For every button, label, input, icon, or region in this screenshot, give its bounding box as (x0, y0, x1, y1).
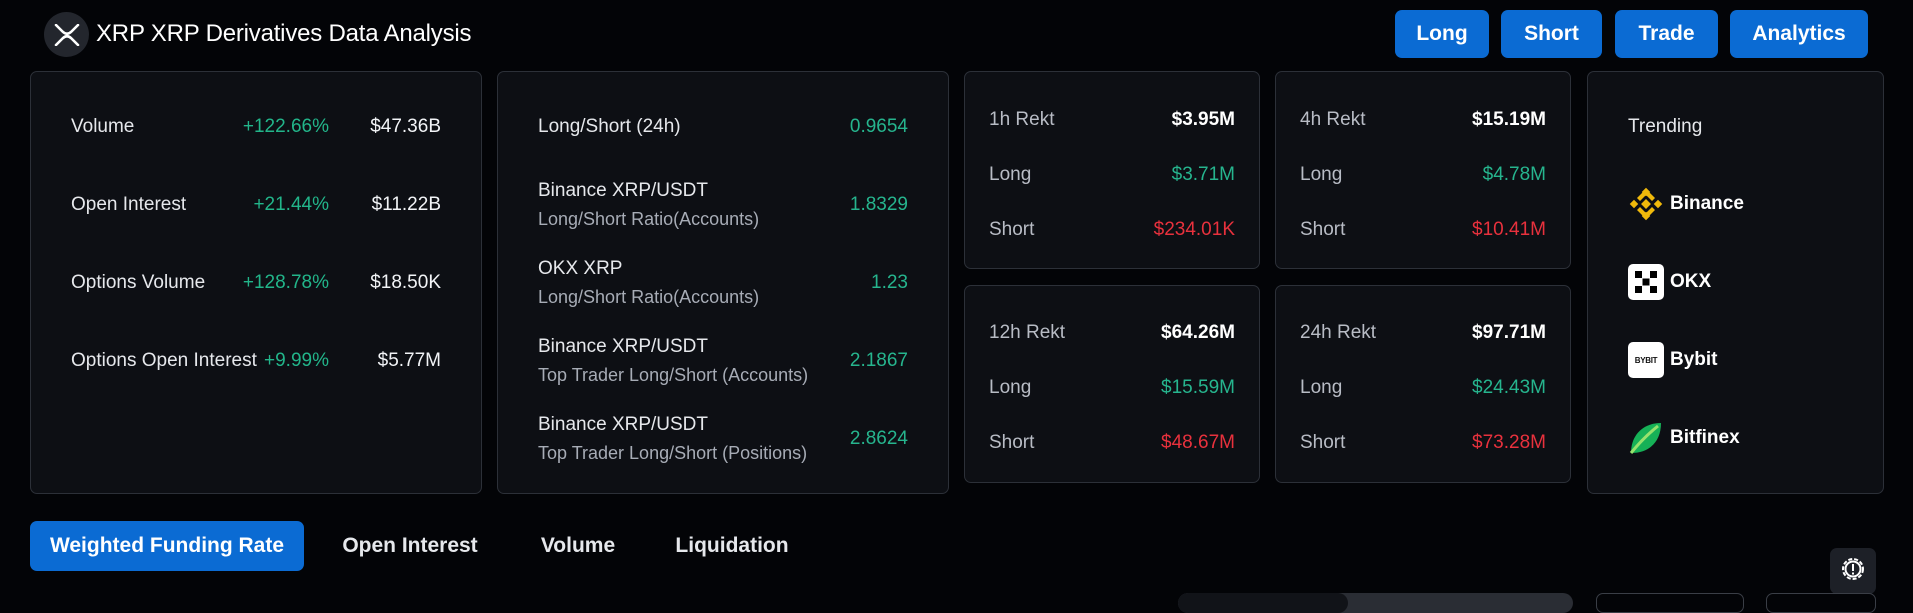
stat-label: Options Open Interest (71, 350, 257, 371)
stat-value: $11.22B (371, 194, 441, 215)
chart-range-toggle[interactable] (1178, 593, 1573, 613)
rekt-title: 1h Rekt (989, 109, 1055, 130)
rekt-short-value: $10.41M (1472, 219, 1546, 240)
short-button[interactable]: Short (1501, 10, 1602, 58)
stat-value: $47.36B (370, 116, 441, 137)
tab-weighted-funding-rate[interactable]: Weighted Funding Rate (30, 521, 304, 571)
stat-value: $18.50K (370, 272, 441, 293)
rekt-card-24h: 24h Rekt $97.71M Long $24.43M Short $73.… (1275, 285, 1571, 483)
stat-value: $5.77M (377, 350, 441, 371)
okx-icon (1628, 264, 1664, 300)
page-title: XRP XRP Derivatives Data Analysis (96, 20, 472, 47)
ratio-value: 1.23 (871, 272, 908, 293)
bitfinex-icon (1628, 420, 1664, 456)
rekt-short-label: Short (1300, 432, 1346, 453)
rekt-card-12h: 12h Rekt $64.26M Long $15.59M Short $48.… (964, 285, 1260, 483)
rekt-total: $64.26M (1161, 322, 1235, 343)
rekt-short-value: $234.01K (1153, 219, 1235, 240)
trending-card: Trending Binance OKX BYBIT Bybit Bitfine… (1587, 71, 1884, 494)
chart-select[interactable] (1596, 593, 1744, 613)
ratio-value: 2.8624 (849, 428, 908, 449)
rekt-total: $3.95M (1171, 109, 1235, 130)
tab-open-interest[interactable]: Open Interest (330, 521, 490, 571)
ratio-label: Binance XRP/USDT (538, 336, 709, 357)
rekt-long-label: Long (989, 164, 1032, 185)
stat-label: Volume (71, 116, 135, 137)
analytics-button[interactable]: Analytics (1730, 10, 1868, 58)
tab-volume[interactable]: Volume (525, 521, 631, 571)
rekt-short-label: Short (1300, 219, 1346, 240)
rekt-short-value: $48.67M (1161, 432, 1235, 453)
trending-item-bitfinex[interactable]: Bitfinex (1628, 419, 1740, 457)
rekt-long-value: $3.71M (1171, 164, 1235, 185)
ratio-sublabel: Top Trader Long/Short (Positions) (538, 443, 808, 463)
chart-range-toggle-active (1178, 593, 1348, 613)
ratio-label: Long/Short (24h) (538, 116, 681, 137)
rekt-short-label: Short (989, 219, 1035, 240)
bybit-logo-text: BYBIT (1634, 355, 1658, 365)
rekt-short-label: Short (989, 432, 1035, 453)
rekt-long-value: $4.78M (1482, 164, 1546, 185)
stat-change: +9.99% (264, 350, 329, 371)
binance-icon (1628, 186, 1664, 222)
rekt-total: $97.71M (1472, 322, 1546, 343)
trending-item-label: Bybit (1670, 349, 1718, 370)
rekt-title: 24h Rekt (1300, 322, 1377, 343)
stat-change: +128.78% (242, 272, 329, 293)
settings-icon (1839, 555, 1867, 588)
rekt-card-1h: 1h Rekt $3.95M Long $3.71M Short $234.01… (964, 71, 1260, 269)
market-stats-card: Volume +122.66% $47.36B Open Interest +2… (30, 71, 482, 494)
rekt-long-label: Long (1300, 164, 1343, 185)
chart-select-secondary[interactable] (1766, 593, 1876, 613)
ratio-value: 2.1867 (849, 350, 908, 371)
rekt-long-value: $24.43M (1472, 377, 1546, 398)
trade-button[interactable]: Trade (1615, 10, 1718, 58)
ratio-sublabel: Top Trader Long/Short (Accounts) (538, 365, 809, 385)
ratio-value: 1.8329 (849, 194, 908, 215)
ratio-sublabel: Long/Short Ratio(Accounts) (538, 209, 760, 229)
stat-label: Options Volume (71, 272, 206, 293)
rekt-long-label: Long (989, 377, 1032, 398)
stat-change: +122.66% (242, 116, 329, 137)
xrp-logo-icon (44, 12, 89, 57)
rekt-long-label: Long (1300, 377, 1343, 398)
trending-item-okx[interactable]: OKX (1628, 263, 1711, 301)
trending-item-label: Binance (1670, 193, 1744, 214)
settings-button[interactable] (1830, 548, 1876, 594)
rekt-long-value: $15.59M (1161, 377, 1235, 398)
long-button[interactable]: Long (1395, 10, 1489, 58)
ratio-value: 0.9654 (849, 116, 908, 137)
ratio-sublabel: Long/Short Ratio(Accounts) (538, 287, 760, 307)
tab-liquidation[interactable]: Liquidation (667, 521, 797, 571)
stat-label: Open Interest (71, 194, 187, 215)
stat-change: +21.44% (253, 194, 329, 215)
rekt-title: 4h Rekt (1300, 109, 1366, 130)
rekt-total: $15.19M (1472, 109, 1546, 130)
trending-item-binance[interactable]: Binance (1628, 185, 1744, 223)
trending-item-label: Bitfinex (1670, 427, 1740, 448)
trending-item-label: OKX (1670, 271, 1712, 292)
bybit-icon: BYBIT (1628, 342, 1664, 378)
ratio-label: OKX XRP (538, 258, 623, 279)
rekt-card-4h: 4h Rekt $15.19M Long $4.78M Short $10.41… (1275, 71, 1571, 269)
ratio-label: Binance XRP/USDT (538, 180, 709, 201)
trending-title: Trending (1628, 116, 1703, 137)
rekt-title: 12h Rekt (989, 322, 1066, 343)
rekt-short-value: $73.28M (1472, 432, 1546, 453)
long-short-ratio-card: Long/Short (24h) 0.9654 Binance XRP/USDT… (497, 71, 949, 494)
trending-item-bybit[interactable]: BYBIT Bybit (1628, 341, 1718, 379)
ratio-label: Binance XRP/USDT (538, 414, 709, 435)
